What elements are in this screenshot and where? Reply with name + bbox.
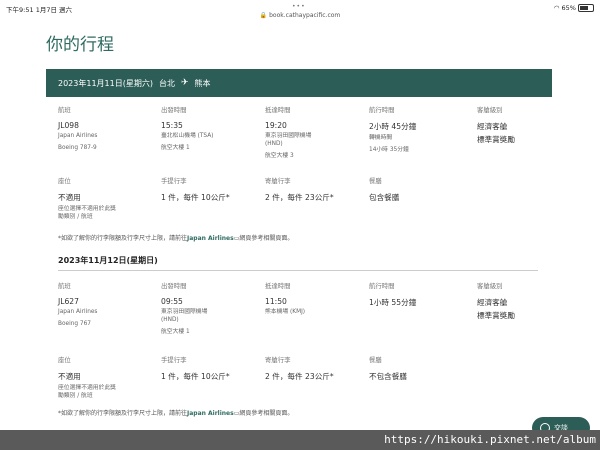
flight-number: JL627 xyxy=(58,297,79,306)
flight-header: 2023年11月11日(星期六) 台北 ✈ 熊本 xyxy=(46,69,552,97)
page-title: 你的行程 xyxy=(46,35,114,55)
status-icons: ◠ 65% xyxy=(554,4,594,12)
multitask-dots[interactable]: ••• xyxy=(292,3,306,10)
url-bar[interactable]: 🔒 book.cathaypacific.com xyxy=(0,12,600,19)
status-bar: 下午9:51 1月7日 週六 ••• 🔒 book.cathaypacific.… xyxy=(0,0,600,20)
divider xyxy=(58,270,538,271)
flight-number: JL098 xyxy=(58,121,79,130)
airline-link[interactable]: Japan Airlines xyxy=(187,235,234,242)
airline-link[interactable]: Japan Airlines xyxy=(187,410,234,417)
baggage-note: *如欲了解你的行李限額及行李尺寸上限，請前往Japan Airlines▭網頁參… xyxy=(58,235,294,242)
wifi-icon: ◠ xyxy=(553,4,560,12)
baggage-note: *如欲了解你的行李限額及行李尺寸上限，請前往Japan Airlines▭網頁參… xyxy=(58,410,294,417)
flight-2-date: 2023年11月12日(星期日) xyxy=(58,256,158,265)
watermark: https://hikouki.pixnet.net/album xyxy=(0,430,600,450)
battery-icon xyxy=(578,4,594,12)
airplane-icon: ✈ xyxy=(180,78,189,88)
lock-icon: 🔒 xyxy=(259,12,268,19)
